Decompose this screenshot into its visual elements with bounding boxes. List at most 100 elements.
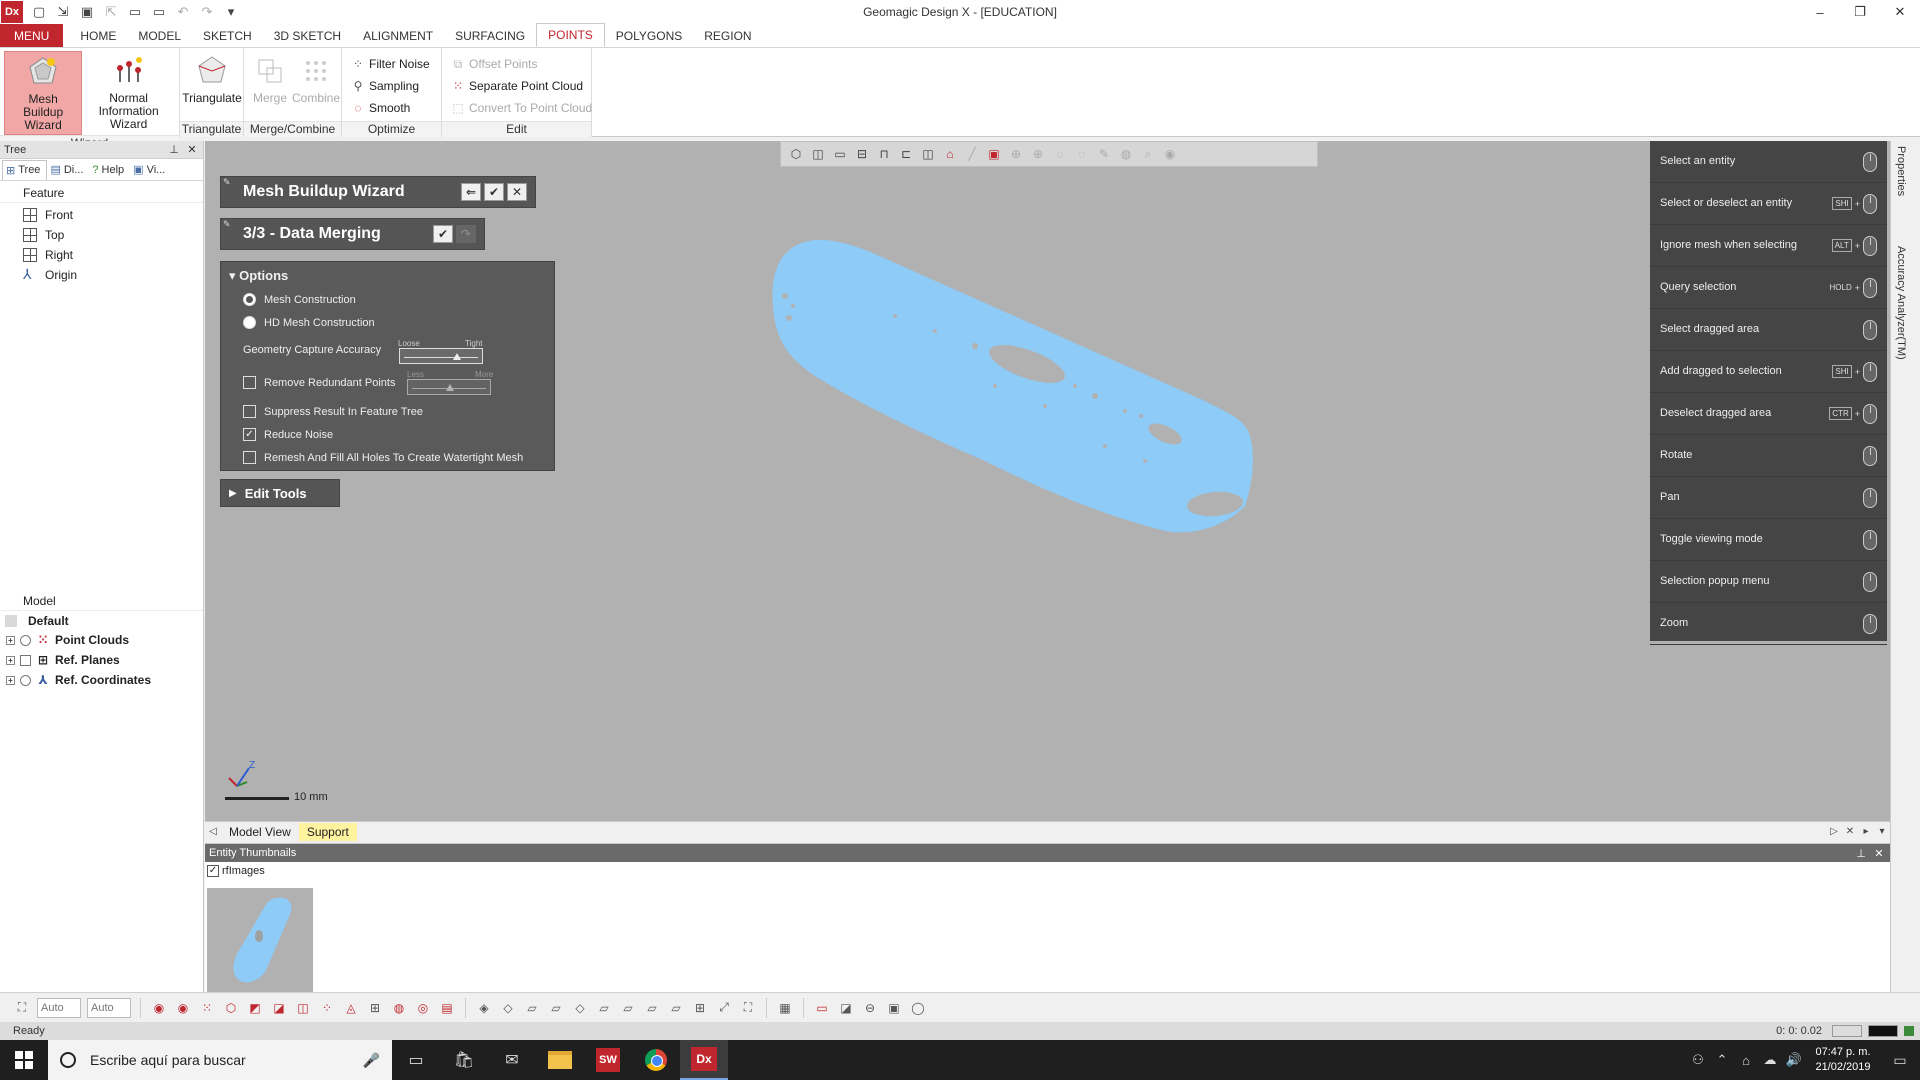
- store-app-icon[interactable]: 🛍: [440, 1040, 488, 1080]
- offset-points-button[interactable]: ⧉ Offset Points: [446, 53, 596, 75]
- separate-point-cloud-button[interactable]: ⁙ Separate Point Cloud: [446, 75, 596, 97]
- export-icon[interactable]: ⇱: [102, 3, 120, 21]
- capture-icon[interactable]: ▣: [882, 997, 906, 1019]
- filter-vector-icon[interactable]: ◎: [411, 997, 435, 1019]
- tab-support[interactable]: Support: [298, 822, 357, 841]
- redundant-slider-thumb[interactable]: [446, 384, 454, 391]
- feature-front[interactable]: Front: [0, 205, 203, 225]
- model-default[interactable]: Default: [0, 610, 203, 630]
- view-isometric-icon[interactable]: ◈: [472, 997, 496, 1019]
- lasso-select-icon[interactable]: ◌: [1049, 143, 1071, 165]
- view-bottom-icon[interactable]: ▱: [616, 997, 640, 1019]
- measure-icon[interactable]: ▭: [810, 997, 834, 1019]
- close-tab-icon[interactable]: ✕: [1842, 826, 1858, 837]
- smooth-button[interactable]: ◌ Smooth: [346, 97, 434, 119]
- notification-icon[interactable]: ▭: [1880, 1052, 1920, 1069]
- edit-tools-header[interactable]: ▶ Edit Tools: [220, 479, 340, 507]
- recent-folder-icon[interactable]: ▭: [150, 3, 168, 21]
- tab-view[interactable]: ▣ Vi...: [130, 160, 171, 180]
- circle-select-icon[interactable]: ⊕: [1005, 143, 1027, 165]
- extend-select-icon[interactable]: ⌕: [1137, 143, 1159, 165]
- filter-all-icon[interactable]: ◉: [147, 997, 171, 1019]
- filter-point-cloud-icon[interactable]: ⁙: [195, 997, 219, 1019]
- file-explorer-icon[interactable]: [536, 1040, 584, 1080]
- show-hidden-icons[interactable]: ⌃: [1710, 1052, 1734, 1068]
- view-top-icon[interactable]: ▱: [592, 997, 616, 1019]
- mesh-model[interactable]: [745, 236, 1365, 616]
- model-item-ref-planes[interactable]: + ⊞ Ref. Planes: [0, 650, 203, 670]
- tab-region[interactable]: REGION: [693, 24, 762, 47]
- filter-curve-icon[interactable]: ◍: [387, 997, 411, 1019]
- customize-dropdown-icon[interactable]: ▾: [222, 3, 240, 21]
- tab-help[interactable]: ? Help: [89, 160, 130, 180]
- onedrive-icon[interactable]: ☁: [1758, 1052, 1782, 1068]
- tab-next-icon[interactable]: ▸: [1858, 826, 1874, 837]
- environment-icon[interactable]: ⊖: [858, 997, 882, 1019]
- people-icon[interactable]: ⚇: [1686, 1052, 1710, 1068]
- checkbox-remove-redundant[interactable]: [243, 376, 256, 389]
- mail-app-icon[interactable]: ✉: [488, 1040, 536, 1080]
- view-orientation-icon[interactable]: ⬡: [785, 143, 807, 165]
- view-iso-icon[interactable]: ⌂: [939, 143, 961, 165]
- 3d-viewport[interactable]: ⬡ ◫ ▭ ⊟ ⊓ ⊏ ◫ ⌂ ╱ ▣ ⊕ ⊕ ◌ ◌ ✎ ◍ ⌕ ◉ ✎ Me…: [205, 141, 1890, 821]
- more-tools-icon[interactable]: ◯: [906, 997, 930, 1019]
- model-item-point-clouds[interactable]: + ⁙ Point Clouds: [0, 630, 203, 650]
- tab-tree[interactable]: ⊞ Tree: [2, 159, 48, 180]
- mesh-construction-option[interactable]: Mesh Construction: [243, 293, 356, 306]
- visibility-checkbox-icon[interactable]: [20, 654, 31, 666]
- radio-hd-mesh-construction[interactable]: [243, 316, 256, 329]
- filter-sketch-icon[interactable]: ◬: [339, 997, 363, 1019]
- pin-icon[interactable]: ⊥: [167, 143, 181, 156]
- tab-properties[interactable]: Properties: [1895, 146, 1907, 196]
- select-filter-icon[interactable]: ⛶: [10, 997, 34, 1019]
- solidworks-app-icon[interactable]: SW: [584, 1040, 632, 1080]
- feature-origin[interactable]: ⅄ Origin: [0, 265, 203, 285]
- paint-select-icon[interactable]: ◍: [1115, 143, 1137, 165]
- remove-redundant-points-option[interactable]: Remove Redundant Points: [243, 376, 395, 389]
- app-logo[interactable]: Dx: [1, 1, 23, 23]
- rectangle-select-icon[interactable]: ▣: [983, 143, 1005, 165]
- view-front-icon[interactable]: ◇: [496, 997, 520, 1019]
- cancel-button[interactable]: ✕: [507, 183, 527, 201]
- polygon-select-icon[interactable]: ⊕: [1027, 143, 1049, 165]
- open-folder-icon[interactable]: ▭: [126, 3, 144, 21]
- ok-button[interactable]: ✔: [484, 183, 504, 201]
- tab-sketch[interactable]: SKETCH: [192, 24, 263, 47]
- tab-scroll-left-icon[interactable]: ◁: [205, 826, 221, 837]
- chrome-app-icon[interactable]: [632, 1040, 680, 1080]
- expand-icon[interactable]: +: [6, 655, 15, 665]
- render-mode-icon[interactable]: ▭: [829, 143, 851, 165]
- tab-3d-sketch[interactable]: 3D SKETCH: [263, 24, 352, 47]
- freehand-select-icon[interactable]: ◌: [1071, 143, 1093, 165]
- tab-model-view[interactable]: Model View: [221, 823, 299, 841]
- checkbox-reduce-noise[interactable]: ✓: [243, 428, 256, 441]
- close-panel-icon[interactable]: ✕: [1872, 847, 1886, 860]
- expand-icon[interactable]: +: [6, 635, 15, 645]
- save-icon[interactable]: ▣: [78, 3, 96, 21]
- tab-polygons[interactable]: POLYGONS: [605, 24, 693, 47]
- filter-mesh-icon[interactable]: ⬡: [219, 997, 243, 1019]
- filter-face-icon[interactable]: ⁘: [315, 997, 339, 1019]
- redo-icon[interactable]: ↷: [198, 3, 216, 21]
- tab-accuracy-analyzer[interactable]: Accuracy Analyzer(TM): [1895, 246, 1907, 360]
- tab-menu-icon[interactable]: ▾: [1874, 826, 1890, 837]
- selection-filter-combo[interactable]: Auto: [87, 997, 131, 1018]
- view-normal-icon[interactable]: ▱: [640, 997, 664, 1019]
- checkbox-remesh-fill[interactable]: [243, 451, 256, 464]
- normal-information-wizard-button[interactable]: Normal Information Wizard: [82, 51, 175, 135]
- tab-alignment[interactable]: ALIGNMENT: [352, 24, 444, 47]
- options-title[interactable]: ▾ Options: [221, 262, 554, 286]
- filter-region-icon[interactable]: ◩: [243, 997, 267, 1019]
- view-back-icon[interactable]: ▱: [520, 997, 544, 1019]
- expand-icon[interactable]: +: [6, 675, 15, 685]
- remesh-fill-option[interactable]: Remesh And Fill All Holes To Create Wate…: [243, 451, 523, 464]
- sampling-button[interactable]: ⚲ Sampling: [346, 75, 434, 97]
- filter-edge-icon[interactable]: ◫: [291, 997, 315, 1019]
- import-icon[interactable]: ⇲: [54, 3, 72, 21]
- new-file-icon[interactable]: ▢: [30, 3, 48, 21]
- tab-surfacing[interactable]: SURFACING: [444, 24, 536, 47]
- pin-icon[interactable]: ✎: [223, 177, 231, 188]
- filter-noise-button[interactable]: ⁘ Filter Noise: [346, 53, 434, 75]
- accuracy-slider-thumb[interactable]: [453, 353, 462, 360]
- tab-model[interactable]: MODEL: [127, 24, 192, 47]
